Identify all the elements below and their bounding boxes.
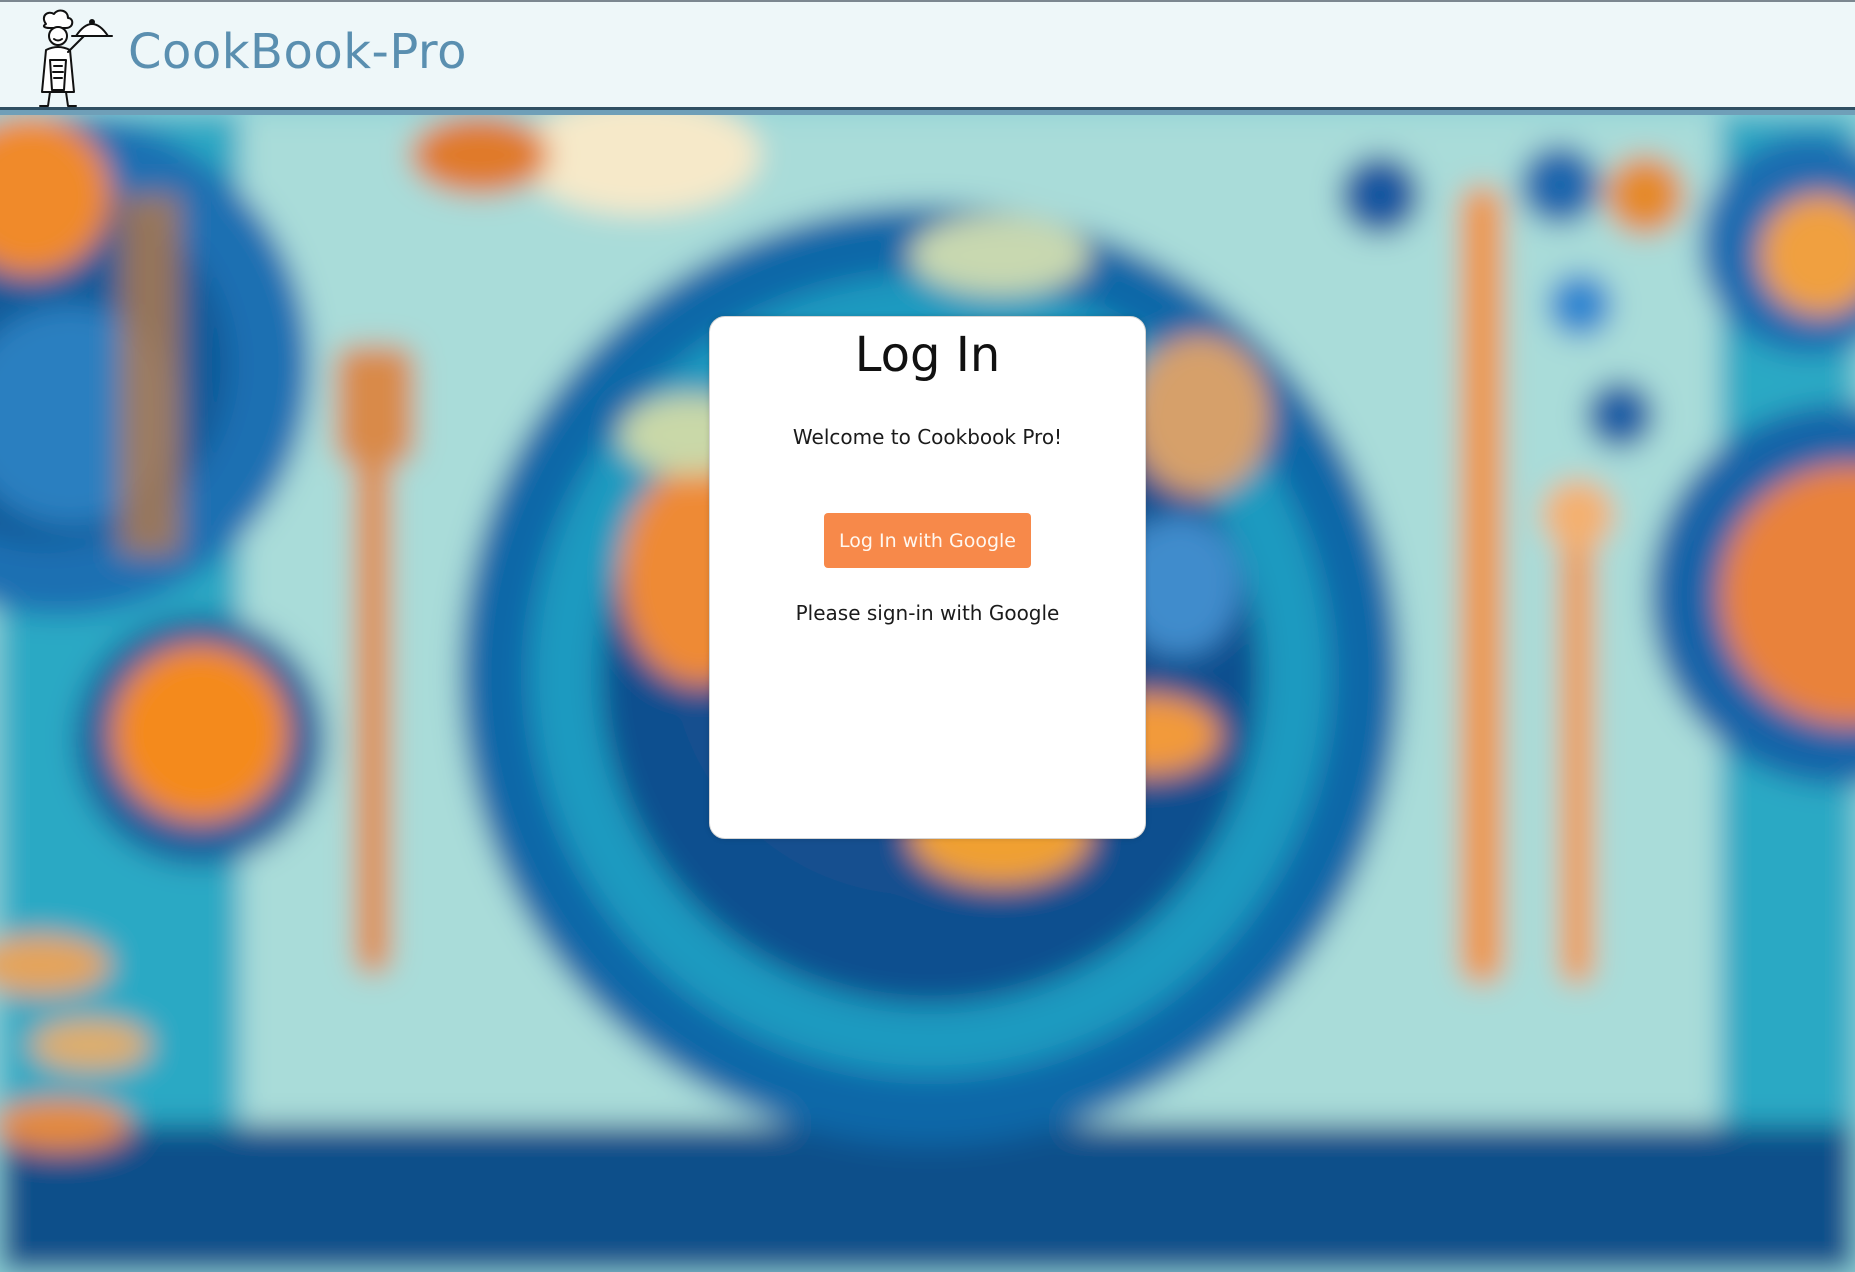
login-title: Log In [854, 327, 1001, 383]
login-card: Log In Welcome to Cookbook Pro! Log In w… [709, 316, 1146, 839]
app-header: CookBook-Pro [0, 0, 1855, 115]
page: CookBook-Pro Log In Welcome to Cookbook … [0, 0, 1855, 1272]
google-login-button[interactable]: Log In with Google [824, 513, 1031, 568]
signin-hint: Please sign-in with Google [795, 601, 1060, 625]
welcome-text: Welcome to Cookbook Pro! [792, 425, 1063, 449]
brand-title[interactable]: CookBook-Pro [128, 24, 467, 80]
chef-with-cloche-icon[interactable] [30, 6, 116, 112]
